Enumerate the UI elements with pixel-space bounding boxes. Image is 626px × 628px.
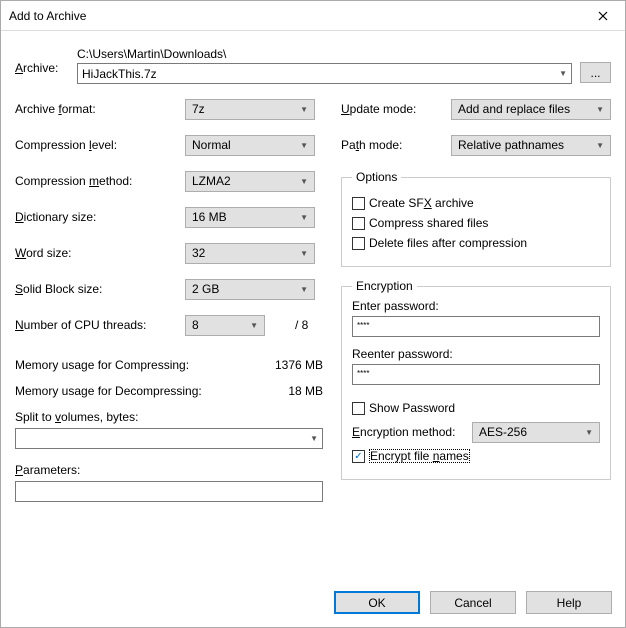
- level-value: Normal: [192, 138, 231, 152]
- chevron-down-icon: ▼: [585, 428, 593, 437]
- archive-filename-text: HiJackThis.7z: [82, 67, 157, 81]
- archive-label: Archive:: [15, 47, 69, 75]
- method-value: LZMA2: [192, 174, 231, 188]
- archive-filename-input[interactable]: HiJackThis.7z ▼: [77, 63, 572, 84]
- help-button[interactable]: Help: [526, 591, 612, 614]
- chevron-down-icon[interactable]: ▼: [559, 69, 567, 78]
- params-label: Parameters:: [15, 463, 323, 477]
- update-select[interactable]: Add and replace files ▼: [451, 99, 611, 120]
- enter-password-label: Enter password:: [352, 299, 600, 313]
- chevron-down-icon: ▼: [300, 213, 308, 222]
- chevron-down-icon: ▼: [300, 177, 308, 186]
- sfx-checkbox[interactable]: [352, 197, 365, 210]
- mem-decompress-label: Memory usage for Decompressing:: [15, 384, 202, 398]
- chevron-down-icon: ▼: [300, 285, 308, 294]
- update-label: Update mode:: [341, 102, 451, 116]
- show-password-checkbox[interactable]: [352, 402, 365, 415]
- chevron-down-icon: ▼: [300, 105, 308, 114]
- word-value: 32: [192, 246, 205, 260]
- method-select[interactable]: LZMA2 ▼: [185, 171, 315, 192]
- delete-label: Delete files after compression: [369, 236, 527, 250]
- chevron-down-icon: ▼: [300, 249, 308, 258]
- encryption-legend: Encryption: [352, 279, 417, 293]
- enter-password-value: ****: [357, 321, 369, 330]
- format-select[interactable]: 7z ▼: [185, 99, 315, 120]
- block-select[interactable]: 2 GB ▼: [185, 279, 315, 300]
- window-title: Add to Archive: [9, 9, 86, 23]
- threads-label: Number of CPU threads:: [15, 318, 185, 332]
- word-label: Word size:: [15, 246, 185, 260]
- path-value: Relative pathnames: [458, 138, 564, 152]
- word-select[interactable]: 32 ▼: [185, 243, 315, 264]
- reenter-password-value: ****: [357, 369, 369, 378]
- dictionary-select[interactable]: 16 MB ▼: [185, 207, 315, 228]
- dictionary-value: 16 MB: [192, 210, 227, 224]
- show-password-label: Show Password: [369, 401, 455, 415]
- sfx-label: Create SFX archive: [369, 196, 474, 210]
- delete-checkbox[interactable]: [352, 237, 365, 250]
- shared-label: Compress shared files: [369, 216, 488, 230]
- level-select[interactable]: Normal ▼: [185, 135, 315, 156]
- chevron-down-icon: ▼: [596, 105, 604, 114]
- enc-method-value: AES-256: [479, 425, 527, 439]
- cancel-button[interactable]: Cancel: [430, 591, 516, 614]
- format-label: Archive format:: [15, 102, 185, 116]
- dictionary-label: Dictionary size:: [15, 210, 185, 224]
- mem-decompress-value: 18 MB: [288, 384, 323, 398]
- mem-compress-label: Memory usage for Compressing:: [15, 358, 189, 372]
- titlebar: Add to Archive: [1, 1, 625, 31]
- options-legend: Options: [352, 170, 401, 184]
- threads-select[interactable]: 8 ▼: [185, 315, 265, 336]
- path-label: Path mode:: [341, 138, 451, 152]
- split-input[interactable]: ▼: [15, 428, 323, 449]
- reenter-password-input[interactable]: ****: [352, 364, 600, 385]
- params-input[interactable]: [15, 481, 323, 502]
- path-select[interactable]: Relative pathnames ▼: [451, 135, 611, 156]
- chevron-down-icon: ▼: [300, 141, 308, 150]
- mem-compress-value: 1376 MB: [275, 358, 323, 372]
- enc-method-label: Encryption method:: [352, 425, 472, 439]
- threads-value: 8: [192, 318, 199, 332]
- reenter-password-label: Reenter password:: [352, 347, 600, 361]
- close-icon[interactable]: [580, 1, 625, 31]
- encryption-group: Encryption Enter password: **** Reenter …: [341, 279, 611, 480]
- block-value: 2 GB: [192, 282, 219, 296]
- encrypt-names-checkbox[interactable]: ✓: [352, 450, 365, 463]
- method-label: Compression method:: [15, 174, 185, 188]
- archive-path: C:\Users\Martin\Downloads\: [77, 47, 572, 61]
- enc-method-select[interactable]: AES-256 ▼: [472, 422, 600, 443]
- chevron-down-icon: ▼: [250, 321, 258, 330]
- split-label: Split to volumes, bytes:: [15, 410, 323, 424]
- chevron-down-icon: ▼: [310, 434, 318, 443]
- level-label: Compression level:: [15, 138, 185, 152]
- format-value: 7z: [192, 102, 205, 116]
- ok-button[interactable]: OK: [334, 591, 420, 614]
- chevron-down-icon: ▼: [596, 141, 604, 150]
- block-label: Solid Block size:: [15, 282, 185, 296]
- browse-button[interactable]: ...: [580, 62, 611, 83]
- threads-max: / 8: [295, 318, 308, 332]
- shared-checkbox[interactable]: [352, 217, 365, 230]
- update-value: Add and replace files: [458, 102, 570, 116]
- options-group: Options Create SFX archive Compress shar…: [341, 170, 611, 267]
- enter-password-input[interactable]: ****: [352, 316, 600, 337]
- encrypt-names-label: Encrypt file names: [369, 449, 470, 463]
